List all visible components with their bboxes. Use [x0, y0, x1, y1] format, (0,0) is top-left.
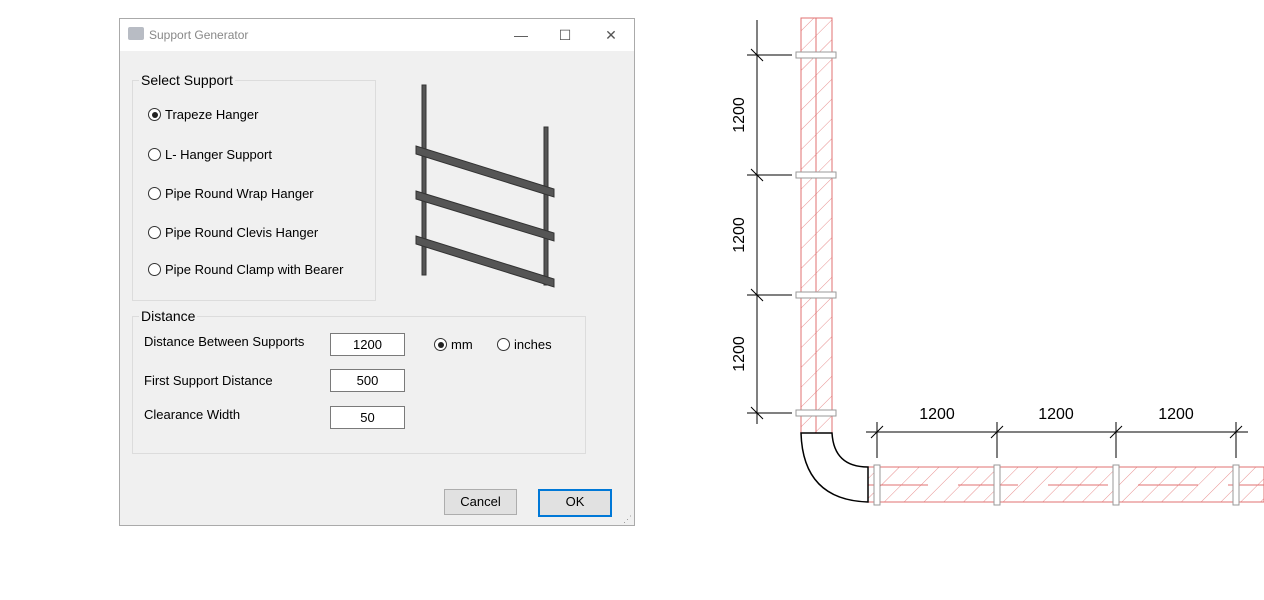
vertical-dim-label: 1200 [731, 217, 748, 253]
horizontal-dim-label: 1200 [919, 406, 955, 423]
horizontal-pipe [867, 466, 1264, 503]
horizontal-dim-label: 1200 [1038, 406, 1074, 423]
supports [795, 51, 1240, 506]
pipe-support-drawing: 1200 1200 1200 1200 1200 1200 [731, 17, 1264, 506]
pipe-elbow [800, 432, 869, 503]
vertical-dim-label: 1200 [731, 336, 748, 372]
horizontal-dim-label: 1200 [1158, 406, 1194, 423]
vertical-dim-label: 1200 [731, 97, 748, 133]
vertical-pipe [800, 17, 833, 434]
